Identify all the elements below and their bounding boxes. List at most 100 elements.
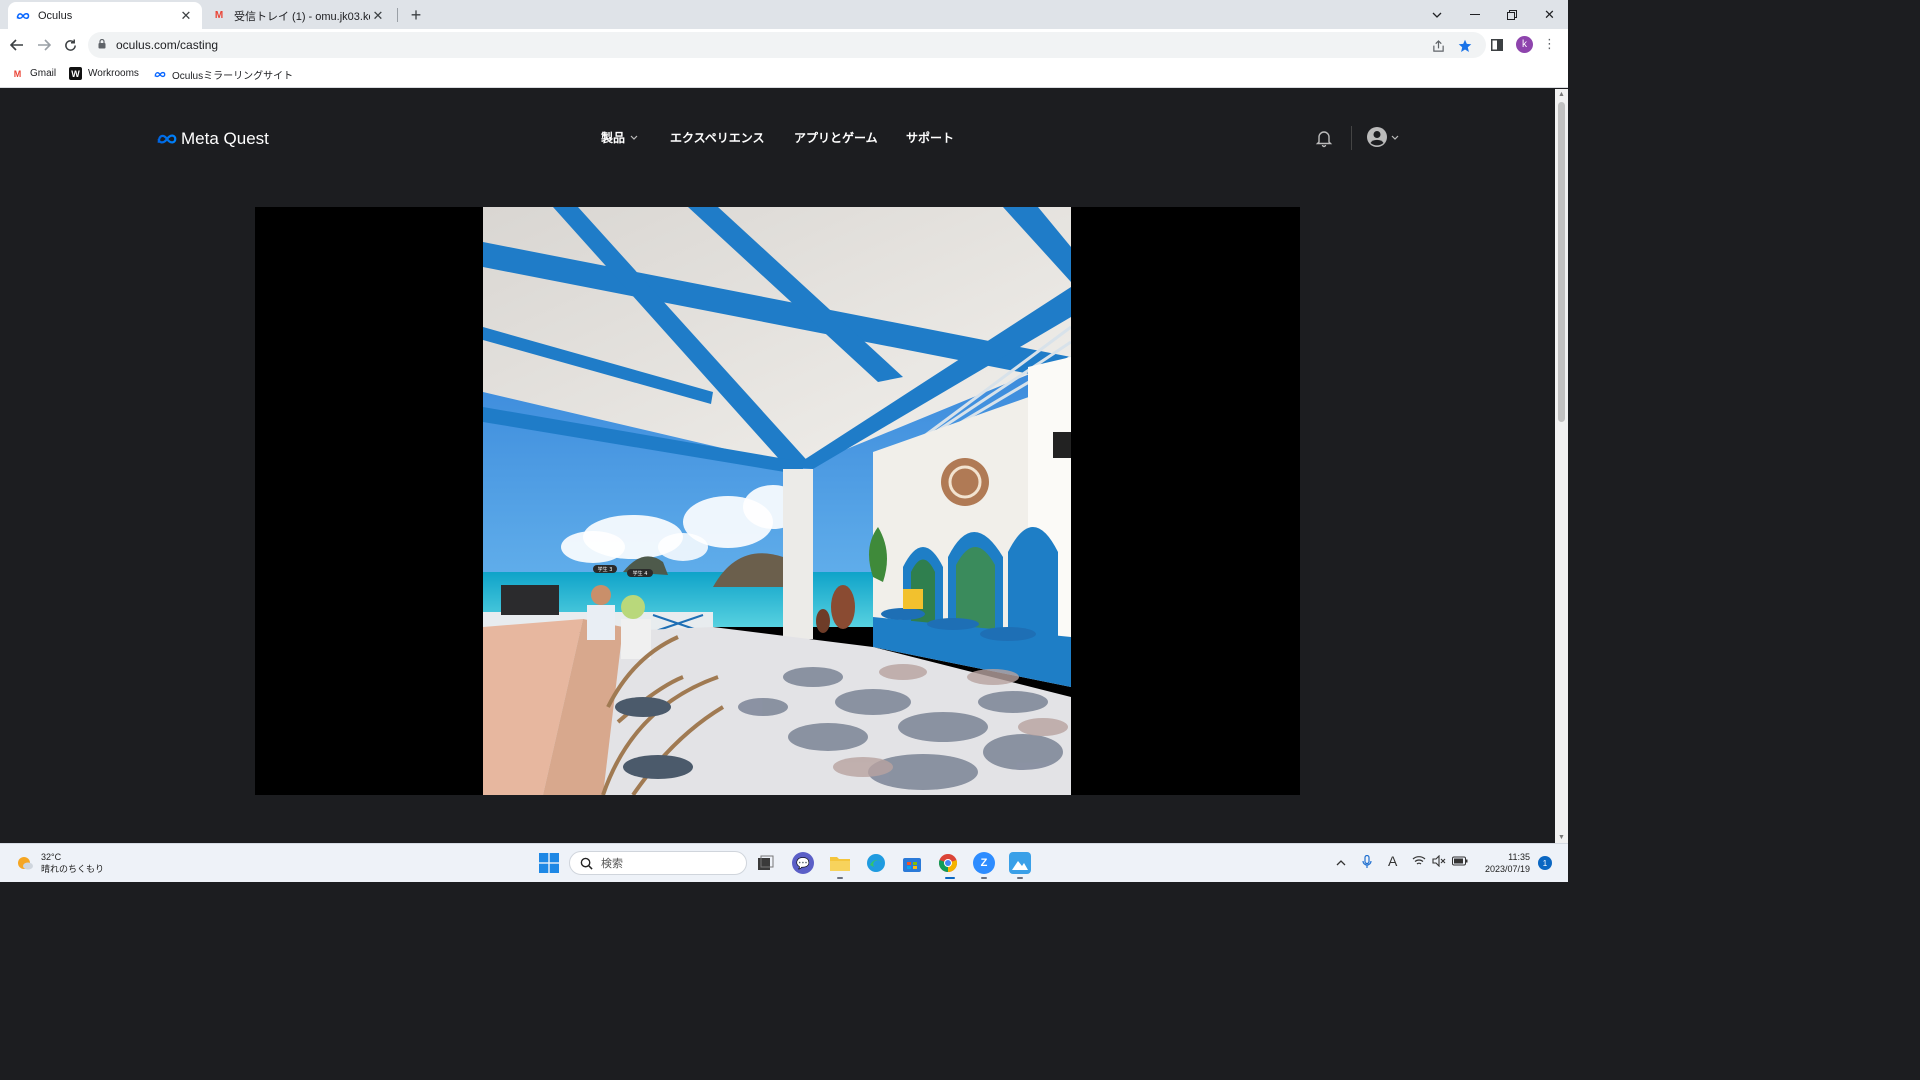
star-icon[interactable] xyxy=(1456,37,1474,55)
teams-chat-icon[interactable]: 💬 xyxy=(792,852,814,874)
clock-time: 11:35 xyxy=(1508,852,1530,862)
reload-icon xyxy=(64,38,76,51)
task-view-icon[interactable] xyxy=(755,852,777,874)
nav-label: エクスペリエンス xyxy=(670,131,765,145)
nav-divider xyxy=(1351,126,1352,150)
tab-divider xyxy=(397,8,398,22)
tab-title: 受信トレイ (1) - omu.jk03.kosen@ xyxy=(234,10,370,23)
microphone-icon[interactable] xyxy=(1362,854,1372,872)
minimize-icon xyxy=(1469,13,1480,15)
bookmark-oculus-mirroring[interactable]: Oculusミラーリングサイト xyxy=(153,67,293,82)
logo-text: Meta Quest xyxy=(181,129,269,148)
close-icon[interactable]: ✕ xyxy=(178,8,194,24)
nav-support[interactable]: サポート xyxy=(906,129,954,146)
zoom-icon[interactable]: Z xyxy=(973,852,995,874)
weather-widget[interactable]: 32°C 晴れのちくもり xyxy=(16,851,104,875)
chrome-icon[interactable] xyxy=(937,852,959,874)
battery-icon[interactable] xyxy=(1452,855,1468,869)
gmail-icon: M xyxy=(13,68,22,79)
weather-temp: 32°C xyxy=(41,852,62,862)
nav-apps-games[interactable]: アプリとゲーム xyxy=(794,129,878,146)
tab-gmail[interactable]: M 受信トレイ (1) - omu.jk03.kosen@ ✕ xyxy=(204,2,394,29)
bookmark-workrooms[interactable]: W Workrooms xyxy=(69,67,139,80)
speaker-muted-icon[interactable] xyxy=(1432,854,1446,870)
meta-icon xyxy=(157,134,177,144)
vr-scene-image: 学生 3 学生 4 xyxy=(483,207,1071,795)
scroll-down-icon[interactable]: ▼ xyxy=(1558,834,1565,841)
back-button[interactable] xyxy=(6,34,28,56)
new-tab-button[interactable]: + xyxy=(406,5,426,25)
side-panel-icon[interactable] xyxy=(1488,36,1506,54)
bookmarks-bar: M Gmail W Workrooms Oculusミラーリングサイト xyxy=(0,61,1568,88)
bookmark-label: Oculusミラーリングサイト xyxy=(172,71,294,82)
browser-toolbar: oculus.com/casting k ⋮ xyxy=(0,29,1568,61)
bookmark-label: Workrooms xyxy=(88,68,139,79)
show-hidden-icons-chevron-up-icon[interactable] xyxy=(1336,855,1346,869)
profile-avatar[interactable]: k xyxy=(1516,36,1533,53)
page-scrollbar[interactable]: ▲ ▼ xyxy=(1555,89,1568,843)
edge-icon[interactable] xyxy=(865,852,887,874)
bell-icon[interactable] xyxy=(1314,128,1334,148)
address-bar[interactable]: oculus.com/casting xyxy=(88,32,1486,58)
running-indicator xyxy=(981,877,987,879)
casting-video-frame: 学生 3 学生 4 xyxy=(255,207,1300,795)
scroll-up-icon[interactable]: ▲ xyxy=(1558,91,1565,98)
search-icon xyxy=(580,857,593,870)
meta-icon xyxy=(16,9,30,23)
nav-label: アプリとゲーム xyxy=(794,131,878,145)
forward-button[interactable] xyxy=(33,34,55,56)
close-icon[interactable]: ✕ xyxy=(370,8,386,24)
running-indicator xyxy=(837,877,843,879)
meta-icon xyxy=(153,68,166,81)
gmail-icon: M xyxy=(214,10,224,21)
nav-experiences[interactable]: エクスペリエンス xyxy=(670,129,765,146)
lock-icon xyxy=(98,39,106,49)
arrow-left-icon xyxy=(10,39,23,51)
microsoft-store-icon[interactable] xyxy=(901,852,923,874)
meta-quest-logo[interactable]: Meta Quest xyxy=(156,129,269,149)
reload-button[interactable] xyxy=(59,34,81,56)
windows-start-icon[interactable] xyxy=(539,853,559,873)
close-window-button[interactable]: ✕ xyxy=(1531,0,1568,29)
search-placeholder: 検索 xyxy=(601,858,623,870)
windows-taskbar: 32°C 晴れのちくもり 検索 💬 Z A 11:35 2023/07/19 1 xyxy=(0,843,1568,882)
taskbar-search[interactable]: 検索 xyxy=(569,851,747,875)
account-menu[interactable] xyxy=(1366,126,1399,148)
chevron-down-icon xyxy=(1391,135,1399,140)
file-explorer-icon[interactable] xyxy=(829,852,851,874)
more-menu-icon[interactable]: ⋮ xyxy=(1543,36,1556,52)
tab-title: Oculus xyxy=(38,9,73,22)
nav-label: サポート xyxy=(906,131,955,145)
share-icon[interactable] xyxy=(1429,37,1447,55)
user-icon xyxy=(1367,127,1387,147)
tab-search-button[interactable] xyxy=(1418,0,1455,29)
bookmark-gmail[interactable]: M Gmail xyxy=(11,67,56,80)
chevron-down-icon xyxy=(630,135,638,140)
active-indicator xyxy=(945,877,955,879)
restore-button[interactable] xyxy=(1493,0,1530,29)
ime-indicator[interactable]: A xyxy=(1388,853,1397,869)
browser-tab-strip: Oculus ✕ M 受信トレイ (1) - omu.jk03.kosen@ ✕… xyxy=(0,0,1568,29)
system-clock[interactable]: 11:35 2023/07/19 xyxy=(1478,851,1530,875)
clock-date: 2023/07/19 xyxy=(1484,864,1530,874)
avatar-tag: 学生 3 xyxy=(598,566,613,573)
running-indicator xyxy=(1017,877,1023,879)
page-viewport: Meta Quest 製品 エクスペリエンス アプリとゲーム サポート 学生 3… xyxy=(0,89,1555,843)
scrollbar-thumb[interactable] xyxy=(1558,102,1565,422)
avatar-tag: 学生 4 xyxy=(633,570,648,577)
url-text: oculus.com/casting xyxy=(116,38,219,52)
nav-label: 製品 xyxy=(601,131,626,145)
weather-sun-cloud-icon xyxy=(18,857,33,870)
chevron-down-icon xyxy=(1432,12,1441,18)
wifi-icon[interactable] xyxy=(1412,855,1426,869)
workrooms-icon: W xyxy=(69,67,82,80)
nav-products[interactable]: 製品 xyxy=(601,129,638,146)
notification-badge[interactable]: 1 xyxy=(1538,856,1552,870)
tab-oculus[interactable]: Oculus ✕ xyxy=(8,2,202,29)
minimize-button[interactable] xyxy=(1456,0,1493,29)
photos-app-icon[interactable] xyxy=(1009,852,1031,874)
close-icon: ✕ xyxy=(1544,6,1555,22)
arrow-right-icon xyxy=(38,39,51,51)
bookmark-label: Gmail xyxy=(30,68,57,79)
weather-condition: 晴れのちくもり xyxy=(41,864,105,874)
